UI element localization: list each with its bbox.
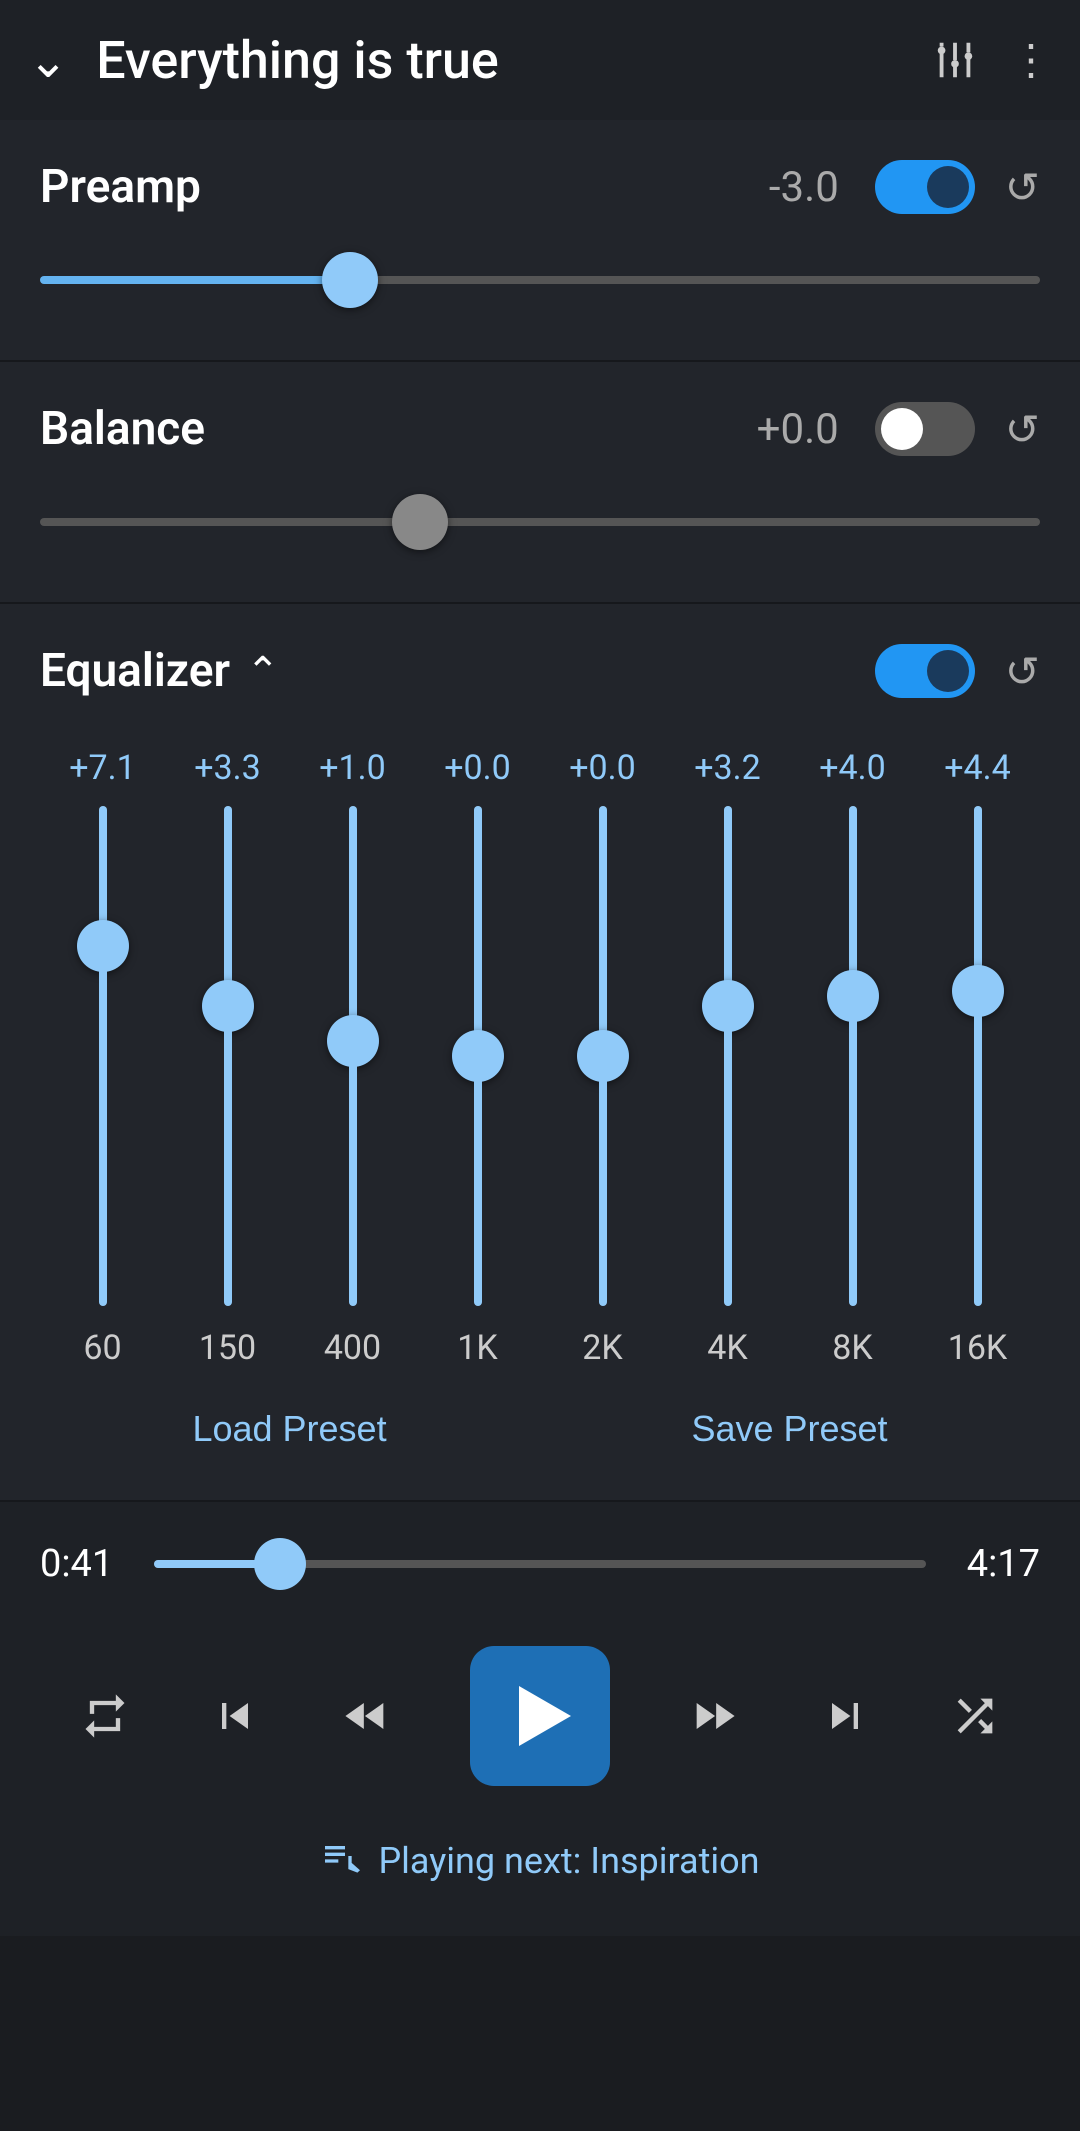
eq-band-8k-value: +4.0 xyxy=(819,748,885,788)
balance-toggle[interactable] xyxy=(875,402,975,456)
equalizer-toggle-knob xyxy=(927,650,969,692)
progress-row: 0:41 4:17 xyxy=(40,1542,1040,1586)
eq-band-4k: +3.2 4K xyxy=(673,748,783,1368)
eq-band-4k-label: 4K xyxy=(707,1328,747,1368)
eq-presets-row: Load Preset Save Preset xyxy=(40,1408,1040,1450)
playback-controls xyxy=(40,1646,1040,1786)
balance-section: Balance +0.0 ↺ xyxy=(0,362,1080,604)
player-section: 0:41 4:17 xyxy=(0,1502,1080,1936)
balance-label: Balance xyxy=(40,402,757,456)
eq-band-8k-label: 8K xyxy=(832,1328,872,1368)
balance-value: +0.0 xyxy=(757,405,839,454)
preamp-slider-thumb[interactable] xyxy=(322,252,378,308)
next-playing-row: Playing next: Inspiration xyxy=(40,1836,1040,1886)
eq-band-60-slider[interactable] xyxy=(96,806,110,1306)
shuffle-button[interactable] xyxy=(949,1690,1001,1742)
collapse-chevron-icon[interactable]: ⌄ xyxy=(28,32,68,89)
eq-band-400-slider[interactable] xyxy=(346,806,360,1306)
rewind-button[interactable] xyxy=(340,1690,392,1742)
eq-band-4k-slider[interactable] xyxy=(721,806,735,1306)
save-preset-button[interactable]: Save Preset xyxy=(691,1408,887,1450)
eq-band-1k-value: +0.0 xyxy=(444,748,510,788)
progress-track[interactable] xyxy=(154,1560,926,1568)
eq-band-150: +3.3 150 xyxy=(173,748,283,1368)
eq-band-1k-slider[interactable] xyxy=(471,806,485,1306)
eq-band-400-label: 400 xyxy=(324,1328,381,1368)
eq-band-60-value: +7.1 xyxy=(69,748,135,788)
preamp-section: Preamp -3.0 ↺ xyxy=(0,120,1080,362)
play-button[interactable] xyxy=(470,1646,610,1786)
preamp-value: -3.0 xyxy=(769,163,839,212)
balance-slider-thumb[interactable] xyxy=(392,494,448,550)
eq-band-400-value: +1.0 xyxy=(319,748,385,788)
previous-button[interactable] xyxy=(209,1690,261,1742)
equalizer-bands: +7.1 60 +3.3 150 +1.0 xyxy=(40,748,1040,1368)
equalizer-header: Equalizer ⌃ ↺ xyxy=(40,644,1040,698)
preamp-label: Preamp xyxy=(40,160,769,214)
load-preset-button[interactable]: Load Preset xyxy=(192,1408,386,1450)
more-vert-icon[interactable]: ⋮ xyxy=(1010,35,1052,85)
eq-band-1k: +0.0 1K xyxy=(423,748,533,1368)
eq-band-60: +7.1 60 xyxy=(48,748,158,1368)
eq-band-2k-slider[interactable] xyxy=(596,806,610,1306)
preamp-toggle-knob xyxy=(927,166,969,208)
preamp-reset-button[interactable]: ↺ xyxy=(1005,163,1040,212)
fast-forward-button[interactable] xyxy=(688,1690,740,1742)
equalizer-collapse-icon[interactable]: ⌃ xyxy=(246,648,280,695)
eq-band-16k-value: +4.4 xyxy=(944,748,1010,788)
next-playing-label: Playing next: Inspiration xyxy=(378,1840,759,1882)
preamp-slider-track xyxy=(40,276,1040,284)
eq-band-150-value: +3.3 xyxy=(194,748,260,788)
next-button[interactable] xyxy=(819,1690,871,1742)
eq-band-60-label: 60 xyxy=(83,1328,121,1368)
queue-music-icon xyxy=(320,1836,360,1886)
equalizer-label: Equalizer xyxy=(40,644,230,698)
balance-slider-track xyxy=(40,518,1040,526)
eq-band-8k-slider[interactable] xyxy=(846,806,860,1306)
total-time: 4:17 xyxy=(950,1542,1040,1586)
settings-sliders-icon[interactable] xyxy=(932,37,978,83)
current-time: 0:41 xyxy=(40,1542,130,1586)
equalizer-toggle[interactable] xyxy=(875,644,975,698)
eq-band-2k: +0.0 2K xyxy=(548,748,658,1368)
balance-slider[interactable] xyxy=(40,492,1040,552)
balance-toggle-knob xyxy=(881,408,923,450)
equalizer-reset-button[interactable]: ↺ xyxy=(1005,647,1040,696)
song-title: Everything is true xyxy=(96,30,932,91)
preamp-slider[interactable] xyxy=(40,250,1040,310)
eq-band-2k-label: 2K xyxy=(582,1328,622,1368)
repeat-button[interactable] xyxy=(79,1690,131,1742)
eq-band-150-label: 150 xyxy=(199,1328,256,1368)
preamp-toggle[interactable] xyxy=(875,160,975,214)
eq-band-2k-value: +0.0 xyxy=(569,748,635,788)
balance-header: Balance +0.0 ↺ xyxy=(40,402,1040,456)
balance-reset-button[interactable]: ↺ xyxy=(1005,405,1040,454)
eq-band-400: +1.0 400 xyxy=(298,748,408,1368)
eq-band-4k-value: +3.2 xyxy=(694,748,760,788)
equalizer-section: Equalizer ⌃ ↺ +7.1 60 +3.3 xyxy=(0,604,1080,1502)
header: ⌄ Everything is true ⋮ xyxy=(0,0,1080,120)
header-icons: ⋮ xyxy=(932,35,1052,85)
eq-band-16k-label: 16K xyxy=(948,1328,1008,1368)
eq-band-150-slider[interactable] xyxy=(221,806,235,1306)
eq-band-16k: +4.4 16K xyxy=(923,748,1033,1368)
eq-band-8k: +4.0 8K xyxy=(798,748,908,1368)
play-icon xyxy=(519,1686,571,1746)
preamp-header: Preamp -3.0 ↺ xyxy=(40,160,1040,214)
progress-thumb[interactable] xyxy=(254,1538,306,1590)
eq-band-16k-slider[interactable] xyxy=(971,806,985,1306)
eq-band-1k-label: 1K xyxy=(457,1328,497,1368)
